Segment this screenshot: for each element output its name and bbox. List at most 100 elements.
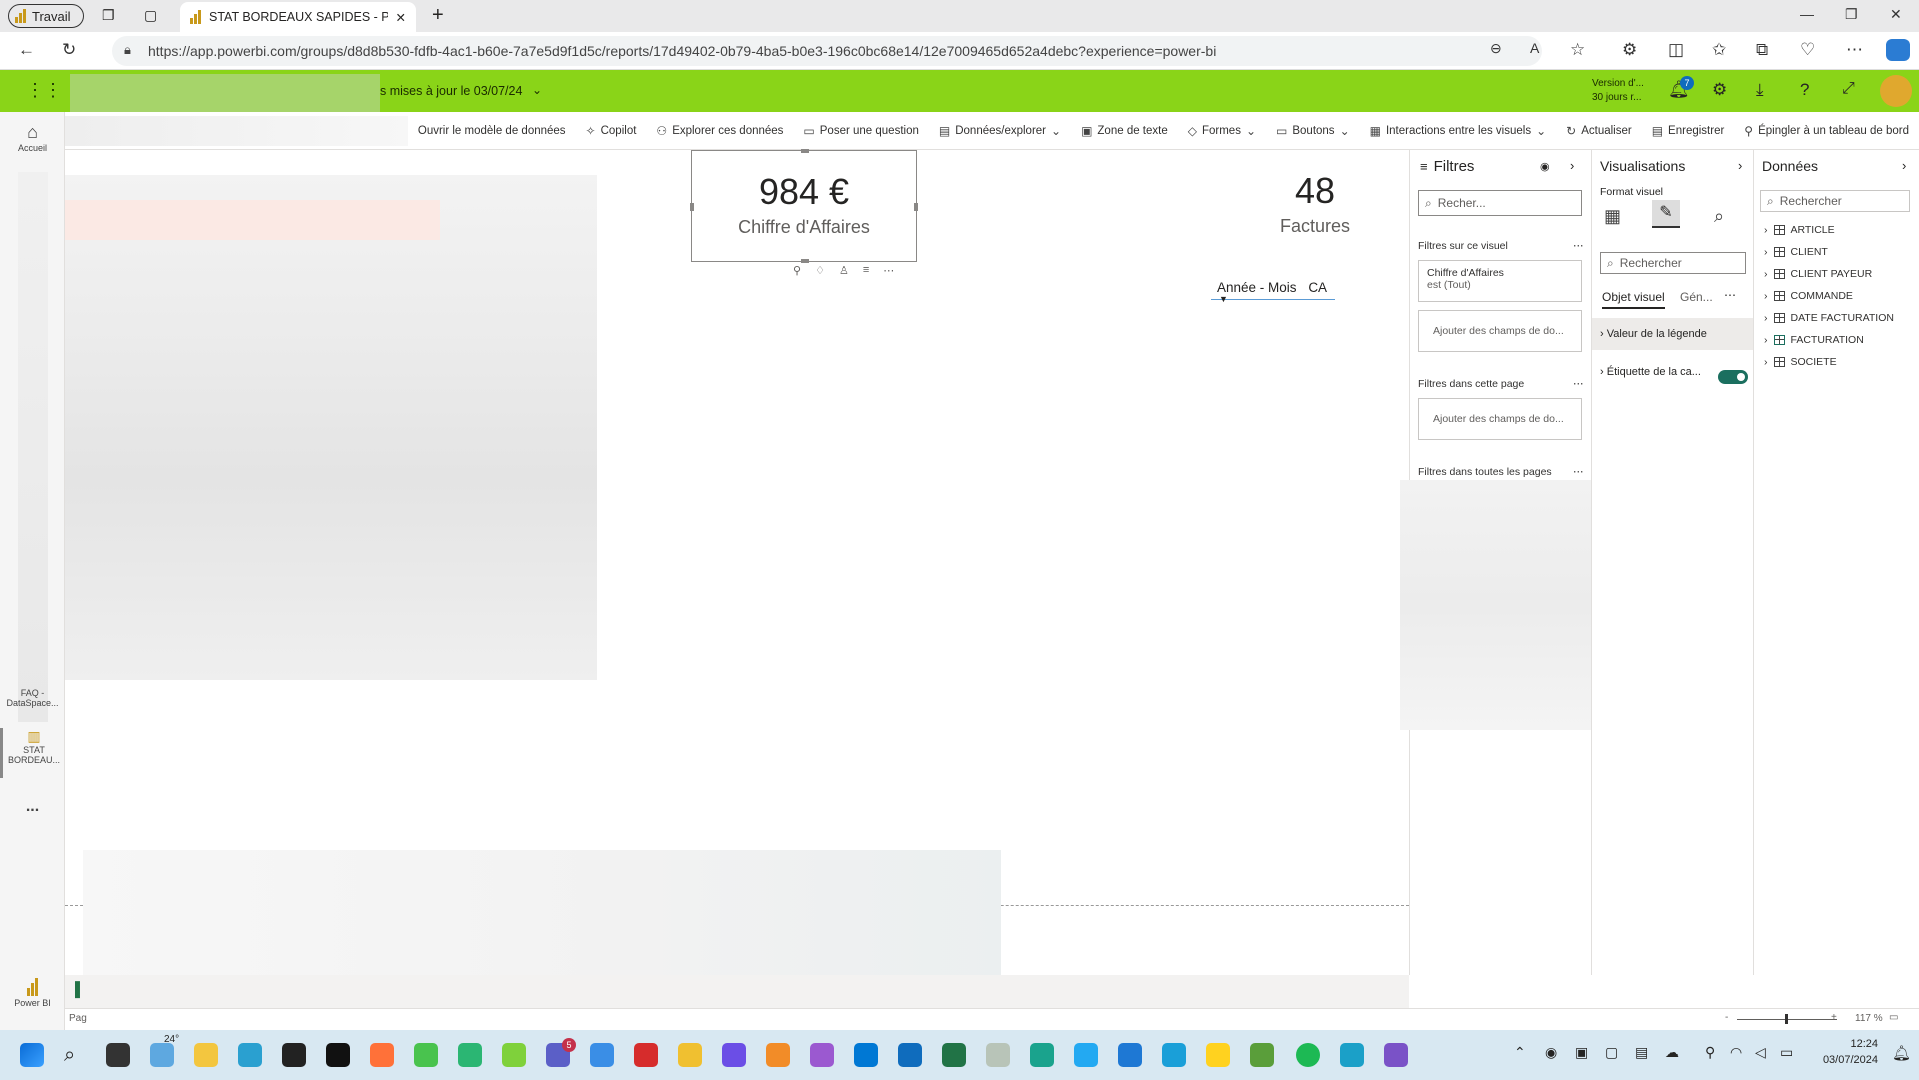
edge-icon[interactable]: [238, 1043, 262, 1067]
nav-more[interactable]: ...: [0, 798, 65, 816]
ribbon-copilot[interactable]: ✧ Copilot: [576, 124, 647, 138]
sort-arrow-icon[interactable]: ▼: [1219, 294, 1228, 304]
outlook-icon[interactable]: [898, 1043, 922, 1067]
close-tab-icon[interactable]: ✕: [396, 10, 406, 25]
ribbon-explore-data[interactable]: ⚇ Explorer ces données: [646, 124, 793, 138]
ribbon-save[interactable]: ▤ Enregistrer: [1642, 124, 1735, 138]
filters-search-input[interactable]: ⌕ Recher...: [1418, 190, 1582, 216]
tray-icon[interactable]: ◉: [1545, 1044, 1557, 1061]
zoom-in-icon[interactable]: +: [1831, 1012, 1837, 1023]
version-line2[interactable]: 30 jours r...: [1592, 92, 1641, 103]
excel-icon[interactable]: [942, 1043, 966, 1067]
resize-handle[interactable]: [690, 203, 694, 211]
edge-active-icon[interactable]: [1340, 1043, 1364, 1067]
vscode-icon[interactable]: [1074, 1043, 1098, 1067]
add-fields-visual[interactable]: Ajouter des champs de do...: [1418, 310, 1582, 352]
resize-handle[interactable]: [801, 149, 809, 153]
chevron-up-icon[interactable]: ⌃: [1514, 1044, 1526, 1061]
ribbon-data-explore[interactable]: ▤ Données/explorer ⌄: [929, 124, 1071, 138]
ribbon-pin[interactable]: ⚲ Épingler à un tableau de bord: [1734, 124, 1919, 138]
app-icon[interactable]: [1384, 1043, 1408, 1067]
zoom-level[interactable]: 117 %: [1855, 1013, 1883, 1024]
favorite-star-icon[interactable]: ☆: [1570, 40, 1585, 60]
tab-visual[interactable]: Objet visuel: [1602, 290, 1665, 309]
app-icon[interactable]: [634, 1043, 658, 1067]
app-icon[interactable]: [986, 1043, 1010, 1067]
tray-icon[interactable]: ▤: [1635, 1044, 1648, 1061]
filter-card-revenue[interactable]: Chiffre d'Affaires est (Tout): [1418, 260, 1582, 302]
clock-date[interactable]: 03/07/2024: [1808, 1054, 1878, 1066]
data-table-client-payeur[interactable]: › CLIENT PAYEUR: [1764, 268, 1872, 280]
warning-app-icon[interactable]: [1206, 1043, 1230, 1067]
split-screen-icon[interactable]: ◫: [1668, 40, 1684, 60]
workspaces-icon[interactable]: ❐: [102, 7, 115, 24]
collapse-pane-icon[interactable]: ›: [1570, 158, 1574, 173]
task-view-icon[interactable]: [106, 1043, 130, 1067]
search-icon[interactable]: ⌕: [64, 1043, 88, 1067]
ribbon-text-box[interactable]: ▣ Zone de texte: [1071, 124, 1178, 138]
chevron-down-icon[interactable]: ⌄: [532, 83, 542, 97]
nav-powerbi[interactable]: Power BI: [0, 978, 65, 1008]
ribbon-interactions[interactable]: ▦ Interactions entre les visuels ⌄: [1360, 124, 1557, 138]
browser-tab-active[interactable]: STAT BORDEAUX SAPIDES - Power BI ✕: [180, 2, 416, 32]
page-icon[interactable]: ▌: [75, 981, 85, 997]
section-legend-value[interactable]: › Valeur de la légende: [1592, 318, 1753, 350]
app-icon[interactable]: [590, 1043, 614, 1067]
filter-icon[interactable]: ≡: [863, 264, 869, 277]
kpi-card-revenue[interactable]: 984 € Chiffre d'Affaires: [690, 149, 918, 263]
data-table-commande[interactable]: › COMMANDE: [1764, 290, 1853, 302]
tray-icon[interactable]: ▢: [1605, 1044, 1618, 1061]
more-options-icon[interactable]: ⋯: [1573, 378, 1584, 390]
microphone-icon[interactable]: ⚲: [1705, 1044, 1715, 1061]
app-icon[interactable]: [1030, 1043, 1054, 1067]
app-icon[interactable]: [502, 1043, 526, 1067]
zoom-out-icon[interactable]: -: [1725, 1012, 1728, 1023]
pin-visual-icon[interactable]: ⚲: [793, 264, 801, 277]
file-explorer-icon[interactable]: [194, 1043, 218, 1067]
collapse-pane-icon[interactable]: ›: [1738, 158, 1742, 173]
data-search-input[interactable]: ⌕ Rechercher: [1760, 190, 1910, 212]
app-icon[interactable]: [1250, 1043, 1274, 1067]
app-icon[interactable]: [1162, 1043, 1186, 1067]
nav-stat-report[interactable]: ▥ STAT BORDEAU...: [0, 728, 65, 778]
restore-icon[interactable]: ❐: [1845, 6, 1858, 23]
tab-general[interactable]: Gén...: [1680, 290, 1713, 304]
tab-actions-icon[interactable]: ▢: [144, 7, 157, 24]
app-icon[interactable]: [722, 1043, 746, 1067]
chart-axis-fields[interactable]: Année - Mois CA ▼: [1211, 280, 1335, 304]
resize-handle[interactable]: [801, 259, 809, 263]
minimize-icon[interactable]: —: [1800, 6, 1814, 22]
collections-icon[interactable]: ⧉: [1756, 40, 1768, 60]
grammarly-icon[interactable]: [414, 1043, 438, 1067]
more-options-icon[interactable]: ⋯: [1573, 466, 1584, 478]
eye-icon[interactable]: ◉: [1540, 160, 1550, 173]
zoom-slider[interactable]: [1737, 1014, 1837, 1024]
viz-search-input[interactable]: ⌕ Rechercher: [1600, 252, 1746, 274]
download-icon[interactable]: ⤓: [1756, 80, 1764, 100]
url-field[interactable]: 🔒︎ https://app.powerbi.com/groups/d8d8b5…: [112, 36, 1542, 66]
favorites-icon[interactable]: ✩: [1712, 40, 1726, 60]
data-table-client[interactable]: › CLIENT: [1764, 246, 1828, 258]
battery-icon[interactable]: ▭: [1780, 1044, 1793, 1061]
ribbon-open-model[interactable]: Ouvrir le modèle de données: [408, 125, 576, 137]
data-table-societe[interactable]: › SOCIETE: [1764, 356, 1837, 368]
close-window-icon[interactable]: ✕: [1890, 6, 1902, 23]
version-line1[interactable]: Version d'...: [1592, 78, 1644, 89]
data-table-date-facturation[interactable]: › DATE FACTURATION: [1764, 312, 1894, 324]
wifi-icon[interactable]: ◠: [1730, 1044, 1742, 1061]
tray-icon[interactable]: ▣: [1575, 1044, 1588, 1061]
onedrive-icon[interactable]: ☁: [1665, 1044, 1679, 1061]
nav-faq[interactable]: FAQ - DataSpace...: [0, 688, 65, 708]
new-tab-icon[interactable]: +: [432, 4, 444, 27]
data-table-facturation[interactable]: › FACTURATION: [1764, 334, 1864, 346]
notifications-bell-icon[interactable]: 🔔︎: [1892, 1044, 1911, 1062]
app-icon[interactable]: [810, 1043, 834, 1067]
collapse-pane-icon[interactable]: ›: [1902, 158, 1906, 173]
add-fields-page[interactable]: Ajouter des champs de do...: [1418, 398, 1582, 440]
maps-icon[interactable]: [1118, 1043, 1142, 1067]
app-icon[interactable]: [326, 1043, 350, 1067]
widgets-icon[interactable]: [150, 1043, 174, 1067]
app-icon[interactable]: [854, 1043, 878, 1067]
firefox-icon[interactable]: [370, 1043, 394, 1067]
back-icon[interactable]: ←: [18, 40, 35, 60]
